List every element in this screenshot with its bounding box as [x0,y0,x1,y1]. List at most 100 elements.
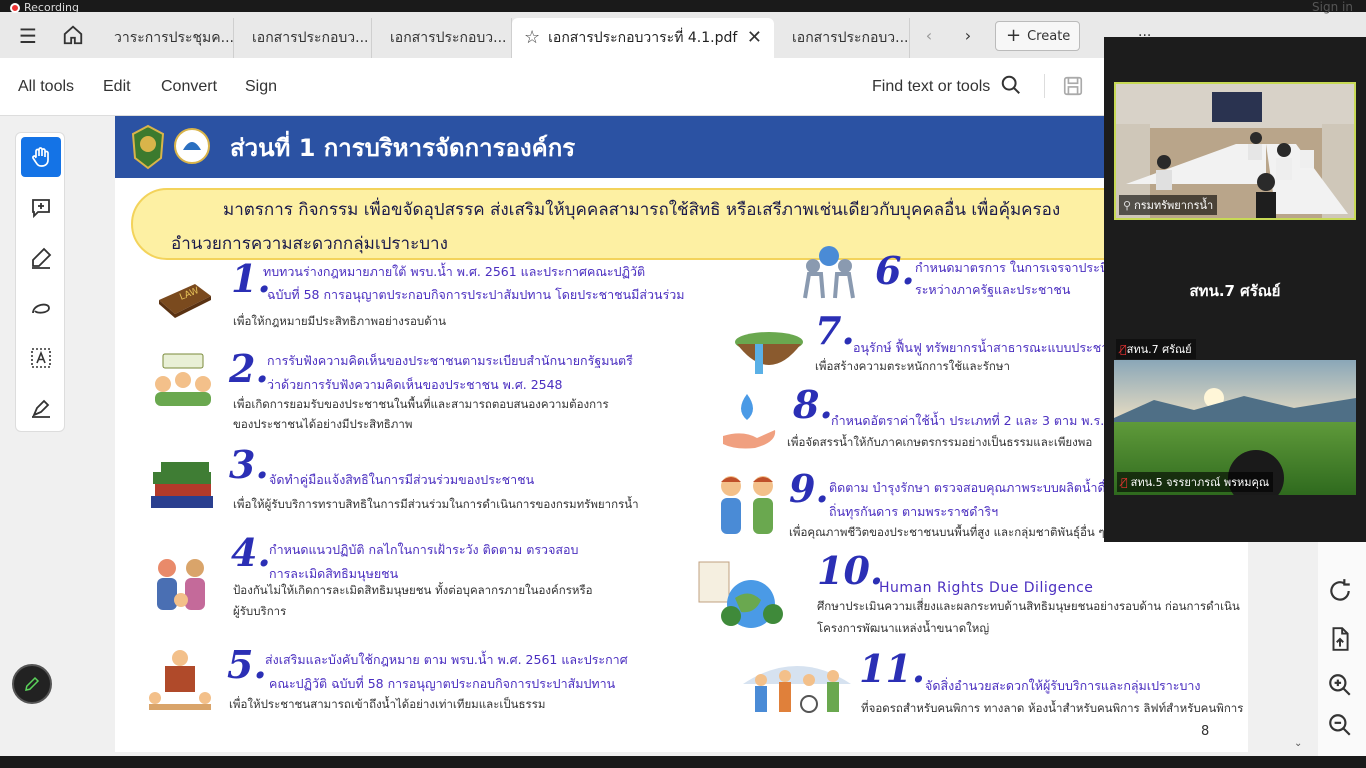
item-heading: ส่งเสริมและบังคับใช้กฎหมาย ตาม พรบ.น้ำ พ… [265,652,628,667]
item-heading: ถิ่นทุรกันดาร ตามพระราชดำริฯ [829,504,999,519]
participant-name: สทน.7 ศรัณย์ [1126,343,1192,356]
search-icon[interactable] [1000,74,1022,96]
comment-icon [32,199,50,219]
home-icon[interactable] [61,24,85,48]
item-description: เพื่อให้กฎหมายมีประสิทธิภาพอย่างรอบด้าน [233,314,447,328]
tab-label: เอกสารประกอบว... [792,30,909,46]
section-title: ส่วนที่ 1 การบริหารจัดการองค์กร [230,134,576,162]
item-description: เพื่อคุณภาพชีวิตของประชาชนบนพื้นที่สูง แ… [789,525,1105,539]
tab-label: วาระการประชุมค... [114,30,234,46]
item-heading: ระหว่างภาครัฐและประชาชน [915,282,1071,297]
pdf-page: ส่วนที่ 1 การบริหารจัดการองค์กร มาตรการ … [115,116,1248,752]
tab-5[interactable]: เอกสารประกอบว... [774,18,910,58]
draw-loop-icon [32,303,50,314]
save-icon[interactable] [1062,75,1084,97]
item-heading: ทบทวนร่างกฎหมายภายใต้ พรบ.น้ำ พ.ศ. 2561 … [263,264,646,279]
measures-banner: มาตรการ กิจกรรม เพื่อขจัดอุปสรรค ส่งเสริ… [131,188,1248,260]
item-number: 11. [859,646,926,691]
text-select-button[interactable] [21,338,61,378]
zoom-out-icon[interactable] [1327,712,1357,742]
add-comment-button[interactable] [21,188,61,228]
pin-icon: ⚲ [1123,199,1132,212]
create-label: Create [1027,29,1071,44]
video-tile-meeting-room[interactable]: ⚲ กรมทรัพยากรน้ำ [1114,82,1356,220]
star-icon[interactable]: ☆ [524,27,540,48]
item-number: 10. [817,548,884,593]
pencil-icon [25,676,40,691]
window-bottom-strip [0,756,1366,768]
tab-3[interactable]: เอกสารประกอบว... [372,18,512,58]
tab-active[interactable]: ☆ เอกสารประกอบวาระที่ 4.1.pdf ✕ [512,18,774,58]
item-number: 2. [229,346,269,391]
item-heading: กำหนดมาตรการ ในการเจรจาประนีป [915,260,1117,275]
window-top-strip [0,0,1366,12]
item-number: 7. [815,308,855,353]
chevron-left-icon[interactable]: ‹ [917,24,941,48]
waterfall-island-illustration [731,326,805,386]
mic-muted-icon: 🎙̸ [1121,476,1128,489]
tab-2[interactable]: เอกสารประกอบว... [234,18,372,58]
create-button[interactable]: + Create [995,21,1080,51]
highlighter-icon [32,247,52,269]
item-number: 4. [231,530,271,575]
toolbar-divider [1044,74,1045,98]
video-tile-rice-field[interactable]: 🎙̸ สทน.5 จรรยาภรณ์ พรหมคุณ [1114,360,1356,495]
emblem-logo-2 [173,124,211,170]
close-tab-icon[interactable]: ✕ [747,18,762,58]
negotiation-illustration [799,242,859,304]
scroll-down-arrow-icon[interactable]: ⌄ [1294,738,1302,749]
item-heading: คณะปฏิวัติ ฉบับที่ 58 การอนุญาตประกอบกิจ… [269,676,616,691]
page-extract-icon[interactable] [1327,626,1357,656]
plus-icon: + [1006,25,1022,46]
hamburger-menu-icon[interactable]: ☰ [16,24,40,48]
menu-sign[interactable]: Sign [245,78,277,96]
item-heading: จัดสิ่งอำนวยสะดวกให้ผู้รับบริการและกลุ่ม… [925,678,1201,693]
item-description: ที่จอดรถสำหรับคนพิการ ทางลาด ห้องน้ำสำหร… [861,701,1244,715]
chevron-right-icon[interactable]: › [956,24,980,48]
menu-edit[interactable]: Edit [103,78,131,96]
item-heading: จัดทำคู่มือแจ้งสิทธิในการมีส่วนร่วมของปร… [269,472,535,487]
water-hand-illustration [721,390,779,456]
item-heading: การรับฟังความคิดเห็นของประชาชนตามระเบียบ… [267,353,633,368]
more-options-icon[interactable]: ··· [1138,28,1151,44]
accessible-facility-illustration [741,654,853,720]
item-number: 6. [875,248,915,293]
zoom-in-icon[interactable] [1327,672,1357,702]
fill-sign-button[interactable] [21,388,61,428]
participant-name-tag: 🎙̸ สทน.5 จรรยาภรณ์ พรหมคุณ [1117,472,1274,492]
item-number: 3. [229,442,269,487]
public-hearing-illustration [151,352,215,414]
pen-sign-icon [32,399,50,418]
participant-name-tag: 🎙̸สทน.7 ศรัณย์ [1116,339,1196,359]
draw-button[interactable] [21,288,61,328]
find-text-button[interactable]: Find text or tools [872,78,990,96]
participant-name-tag: ⚲ กรมทรัพยากรน้ำ [1119,195,1218,215]
item-description: ป้องกันไม่ให้เกิดการละเมิดสิทธิมนุษยชน ท… [233,583,593,597]
item-number: 9. [789,466,829,511]
tab-1[interactable]: วาระการประชุมค... [96,18,234,58]
highlight-button[interactable] [21,238,61,278]
hand-tool-button[interactable] [21,137,61,177]
item-description: ของประชาชนได้อย่างมีประสิทธิภาพ [233,417,413,431]
family-illustration [149,552,213,624]
floating-edit-button[interactable] [12,664,52,704]
mic-muted-icon: 🎙̸ [1120,343,1127,356]
rotate-icon[interactable] [1327,578,1357,608]
hand-icon [32,147,49,167]
banner-line-2: อำนวยการความสะดวกกลุ่มเปราะบาง [171,234,448,254]
video-conference-panel: ⚲ กรมทรัพยากรน้ำ สทน.7 ศรัณย์ 🎙̸สทน.7 ศรั… [1104,37,1366,542]
sign-in-link[interactable]: Sign in [1312,0,1353,14]
quick-tools-panel [15,132,65,432]
recording-label: Recording [24,1,80,14]
section-header-band: ส่วนที่ 1 การบริหารจัดการองค์กร [115,116,1248,178]
participant-name: กรมทรัพยากรน้ำ [1134,199,1214,212]
item-number: 5. [227,642,267,687]
item-description: ศึกษาประเมินความเสี่ยงและผลกระทบด้านสิทธ… [817,599,1240,613]
item-description: ผู้รับบริการ [233,604,287,618]
item-description: เพื่อเกิดการยอมรับของประชาชนในพื้นที่และ… [233,397,609,411]
tab-label: เอกสารประกอบวาระที่ 4.1.pdf [548,30,738,46]
menu-all-tools[interactable]: All tools [18,78,74,96]
tab-label: เอกสารประกอบว... [390,30,507,46]
children-drinking-illustration [711,472,783,542]
menu-convert[interactable]: Convert [161,78,217,96]
